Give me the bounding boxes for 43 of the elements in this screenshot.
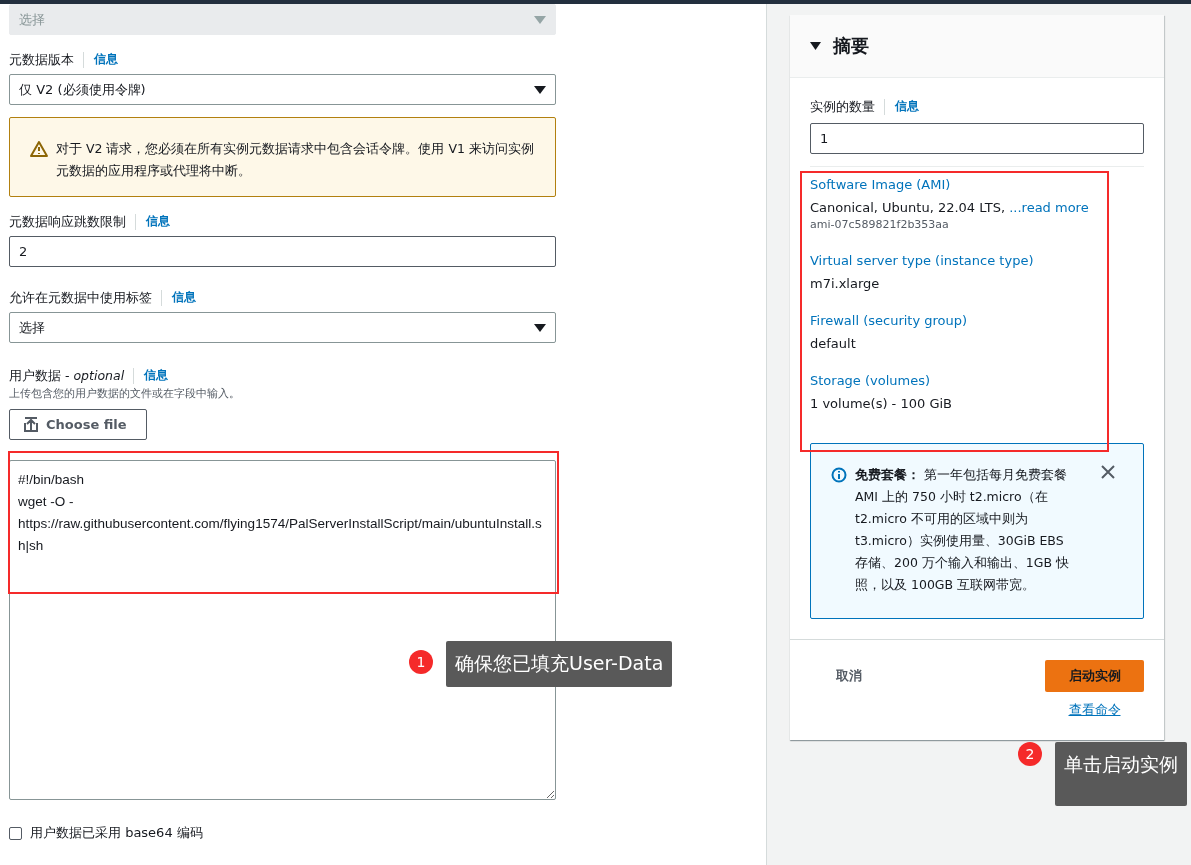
- hint-text: 上传包含您的用户数据的文件或在字段中输入。: [9, 386, 241, 401]
- cancel-button[interactable]: 取消: [830, 660, 868, 692]
- detail-title: Software Image (AMI): [810, 177, 952, 192]
- ami-id: ami-07c589821f2b353aa: [810, 218, 950, 231]
- detail-title: Firewall (security group): [810, 313, 969, 328]
- warning-text: 对于 V2 请求，您必须在所有实例元数据请求中包含会话令牌。使用 V1 来访问实例元数据的应用程序或代理将中断。: [55, 140, 535, 180]
- warning-icon: [30, 141, 48, 157]
- info-link[interactable]: 信息: [144, 367, 169, 384]
- select-field[interactable]: 仅 V2 (必须使用令牌): [9, 74, 556, 105]
- detail-value: 1 volume(s) - 100 GiB: [810, 396, 953, 411]
- launch-button[interactable]: 启动实例: [1045, 660, 1144, 692]
- read-more-link[interactable]: ...read more: [1009, 200, 1089, 215]
- info-icon: [831, 467, 847, 483]
- base64-checkbox[interactable]: 用户数据已采用 base64 编码: [9, 824, 556, 842]
- instance-count-field[interactable]: 1: [810, 123, 1144, 154]
- hop-limit-field[interactable]: 2: [9, 236, 556, 267]
- detail-value: Canonical, Ubuntu, 22.04 LTS, ...read more: [810, 200, 1090, 215]
- info-link[interactable]: 信息: [895, 98, 919, 115]
- free-tier-text: 免费套餐： 第一年包括每月免费套餐 AMI 上的 750 小时 t2.micro（在 t2.micro 不可用的区域中则为 t3.micro）实例使用量、30GiB EBS 存储、200 万个输入和输出、1GB 快照，以及 100GB 互联网带宽。: [855, 466, 1071, 594]
- info-link[interactable]: 信息: [94, 51, 118, 68]
- field-label: 元数据响应跳数限制: [9, 213, 136, 230]
- caret-icon: [534, 15, 546, 24]
- field-label: 实例的数量: [810, 98, 885, 115]
- field-label: 用户数据 - optional: [9, 367, 135, 384]
- caret-icon: [534, 85, 546, 94]
- select-field[interactable]: 选择: [9, 312, 556, 343]
- choose-file-button[interactable]: Choose file: [9, 409, 147, 440]
- callout-tooltip: 单击启动实例: [1055, 742, 1187, 806]
- detail-value: m7i.xlarge: [810, 276, 881, 291]
- checkbox[interactable]: [9, 826, 22, 840]
- field-label: 元数据版本: [9, 51, 84, 68]
- info-link[interactable]: 信息: [146, 213, 170, 230]
- info-link[interactable]: 信息: [172, 289, 196, 306]
- detail-title: Virtual server type (instance type): [810, 253, 1035, 268]
- detail-title: Storage (volumes): [810, 373, 932, 388]
- detail-value: default: [810, 336, 857, 351]
- caret-icon: [534, 323, 546, 332]
- field-label: 允许在元数据中使用标签: [9, 289, 162, 306]
- callout-tooltip: 确保您已填充User-Data: [446, 641, 673, 687]
- view-command-link[interactable]: 查看命令: [1045, 702, 1144, 719]
- expand-icon[interactable]: [810, 42, 821, 50]
- summary-title: 摘要: [833, 34, 869, 58]
- upload-icon: [24, 417, 38, 432]
